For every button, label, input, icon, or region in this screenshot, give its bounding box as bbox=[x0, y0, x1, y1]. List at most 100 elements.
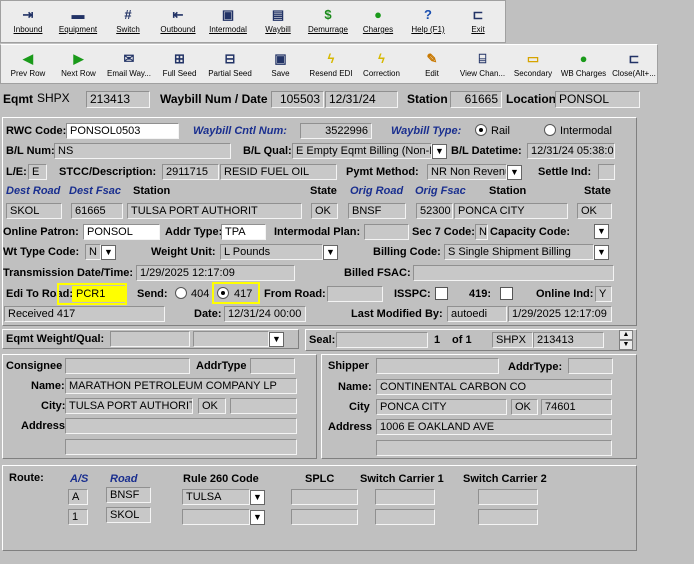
capacity-code-dropdown[interactable]: ▼ bbox=[594, 224, 609, 239]
waybill-type-label: Waybill Type: bbox=[391, 125, 462, 137]
eqmt-weight-field[interactable] bbox=[110, 331, 190, 347]
switch-carrier2-header: Switch Carrier 2 bbox=[463, 473, 547, 485]
equipment-button[interactable]: ▬ Equipment bbox=[53, 1, 103, 42]
shipper-address-line2[interactable] bbox=[376, 440, 612, 456]
addr-type-field[interactable]: TPA bbox=[221, 224, 266, 240]
rail-radio[interactable] bbox=[475, 124, 487, 136]
close-alt-button[interactable]: ⊏ Close(Alt+... bbox=[609, 45, 659, 83]
seal-spin-up-icon[interactable]: ▲ bbox=[619, 330, 633, 340]
bl-num-field[interactable]: NS bbox=[54, 143, 231, 159]
help-f1-button[interactable]: ? Help (F1) bbox=[403, 1, 453, 42]
route-splc-field[interactable] bbox=[291, 509, 358, 525]
secondary-button[interactable]: ▭ Secondary bbox=[508, 45, 558, 83]
shipper-address-line1[interactable]: 1006 E OAKLAND AVE bbox=[376, 419, 612, 435]
view-changes-icon: ⌸ bbox=[478, 51, 487, 66]
email-way-button[interactable]: ✉ Email Way... bbox=[104, 45, 154, 83]
route-road-field[interactable]: SKOL bbox=[106, 507, 151, 523]
consignee-code-field[interactable] bbox=[65, 358, 190, 374]
correction-button[interactable]: ϟ Correction bbox=[357, 45, 407, 83]
weight-unit-field[interactable]: L Pounds bbox=[220, 244, 323, 260]
edit-button[interactable]: ✎ Edit bbox=[407, 45, 457, 83]
intermodal-button[interactable]: ▣ Intermodal bbox=[203, 1, 253, 42]
pymt-method-field[interactable]: NR Non Revenu bbox=[427, 164, 507, 180]
consignee-addrtype-field[interactable] bbox=[250, 358, 295, 374]
prev-row-button[interactable]: ◀ Prev Row bbox=[3, 45, 53, 83]
wt-type-dropdown[interactable]: ▼ bbox=[101, 245, 116, 260]
bl-qual-dropdown[interactable]: ▼ bbox=[432, 144, 447, 159]
send-417-radio[interactable] bbox=[217, 287, 229, 299]
view-chan-button[interactable]: ⌸ View Chan... bbox=[458, 45, 508, 83]
charges-button[interactable]: ● Charges bbox=[353, 1, 403, 42]
switch-button[interactable]: # Switch bbox=[103, 1, 153, 42]
shipper-city-field[interactable]: PONCA CITY bbox=[376, 399, 507, 415]
demurrage-button[interactable]: $ Demurrage bbox=[303, 1, 353, 42]
eqmt-qual-field[interactable] bbox=[193, 331, 269, 347]
partial-seed-button[interactable]: ⊟ Partial Seed bbox=[205, 45, 255, 83]
full-seed-button[interactable]: ⊞ Full Seed bbox=[155, 45, 205, 83]
r419-checkbox[interactable] bbox=[500, 287, 513, 300]
billing-code-field[interactable]: S Single Shipment Billing bbox=[444, 244, 594, 260]
shipper-state-field[interactable]: OK bbox=[511, 399, 538, 415]
weight-unit-dropdown[interactable]: ▼ bbox=[323, 245, 338, 260]
route-rule260-field[interactable]: TULSA bbox=[182, 489, 250, 505]
route-road-field[interactable]: BNSF bbox=[106, 487, 151, 503]
save-button[interactable]: ▣ Save bbox=[256, 45, 306, 83]
seal-number-field[interactable] bbox=[336, 332, 428, 348]
dest-state-header: State bbox=[310, 185, 337, 197]
waybill-button[interactable]: ▤ Waybill bbox=[253, 1, 303, 42]
eqmt-qual-dropdown[interactable]: ▼ bbox=[269, 332, 284, 347]
resend-edi-button[interactable]: ϟ Resend EDI bbox=[306, 45, 356, 83]
consignee-state-field[interactable]: OK bbox=[198, 398, 226, 414]
shipper-name-field[interactable]: CONTINENTAL CARBON CO bbox=[376, 379, 612, 395]
shipper-addrtype-field[interactable] bbox=[568, 358, 613, 374]
route-switch1-field[interactable] bbox=[375, 489, 435, 505]
exit-button[interactable]: ⊏ Exit bbox=[453, 1, 503, 42]
seal-spin-down-icon[interactable]: ▼ bbox=[619, 340, 633, 350]
route-as-field[interactable]: 1 bbox=[68, 509, 88, 525]
bl-datetime-field[interactable]: 12/31/24 05:38:00 bbox=[527, 143, 615, 159]
consignee-zip-field[interactable] bbox=[230, 398, 297, 414]
wb-charges-button[interactable]: ● WB Charges bbox=[559, 45, 609, 83]
consignee-address-line1[interactable] bbox=[65, 418, 297, 434]
billing-code-dropdown[interactable]: ▼ bbox=[594, 245, 609, 260]
online-ind-field[interactable]: Y bbox=[595, 286, 612, 302]
intermodal-plan-field[interactable] bbox=[364, 224, 409, 240]
inbound-button[interactable]: ⇥ Inbound bbox=[3, 1, 53, 42]
rwc-code-label: RWC Code: bbox=[6, 125, 67, 137]
intermodal-radio[interactable] bbox=[544, 124, 556, 136]
le-label: L/E: bbox=[6, 166, 27, 178]
orig-fsac-field[interactable]: 52300 bbox=[416, 203, 453, 219]
route-switch1-field[interactable] bbox=[375, 509, 435, 525]
route-switch2-field[interactable] bbox=[478, 489, 538, 505]
track-icon: # bbox=[124, 7, 132, 22]
pymt-method-dropdown[interactable]: ▼ bbox=[507, 165, 522, 180]
from-road-field[interactable] bbox=[327, 286, 383, 302]
isspc-checkbox[interactable] bbox=[435, 287, 448, 300]
route-switch2-field[interactable] bbox=[478, 509, 538, 525]
bl-qual-field[interactable]: E Empty Eqmt Billing (Non-Re bbox=[292, 143, 432, 159]
wt-type-field[interactable]: N bbox=[85, 244, 101, 260]
dest-road-field[interactable]: SKOL bbox=[6, 203, 62, 219]
next-row-button[interactable]: ▶ Next Row bbox=[54, 45, 104, 83]
route-rule260-field[interactable] bbox=[182, 509, 250, 525]
consignee-name-field[interactable]: MARATHON PETROLEUM COMPANY LP bbox=[65, 378, 297, 394]
stcc-code-field[interactable]: 2911715 bbox=[162, 164, 219, 180]
outbound-button[interactable]: ⇤ Outbound bbox=[153, 1, 203, 42]
route-rule260-dropdown[interactable]: ▼ bbox=[250, 510, 265, 525]
sec7-code-field[interactable]: N bbox=[475, 224, 488, 240]
rwc-code-field[interactable]: PONSOL0503 bbox=[66, 123, 179, 139]
shipper-zip-field[interactable]: 74601 bbox=[541, 399, 612, 415]
le-field[interactable]: E bbox=[28, 164, 47, 180]
route-as-field[interactable]: A bbox=[68, 489, 88, 505]
online-patron-field[interactable]: PONSOL bbox=[83, 224, 160, 240]
dest-fsac-field[interactable]: 61665 bbox=[71, 203, 123, 219]
consignee-city-field[interactable]: TULSA PORT AUTHORIT bbox=[65, 398, 193, 414]
send-404-radio[interactable] bbox=[175, 287, 187, 299]
route-rule260-dropdown[interactable]: ▼ bbox=[250, 490, 265, 505]
route-splc-field[interactable] bbox=[291, 489, 358, 505]
shipper-code-field[interactable] bbox=[376, 358, 499, 374]
consignee-address-line2[interactable] bbox=[65, 439, 297, 455]
orig-road-field[interactable]: BNSF bbox=[348, 203, 406, 219]
seal-eqmt-num: 213413 bbox=[533, 332, 604, 348]
settle-ind-field[interactable] bbox=[598, 164, 615, 180]
